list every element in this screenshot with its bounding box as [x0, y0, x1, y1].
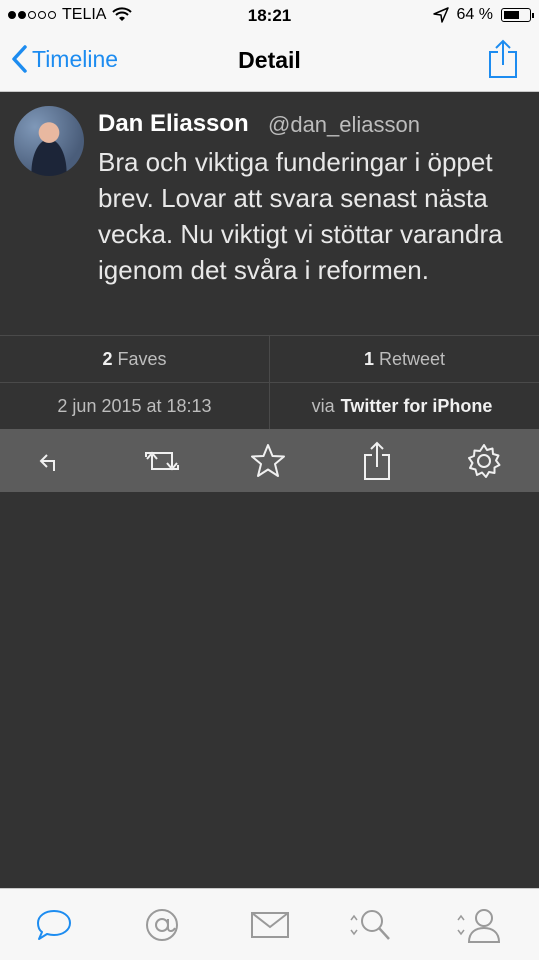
- source-cell: via Twitter for iPhone: [269, 383, 539, 429]
- retweets-count: 1: [363, 348, 374, 369]
- favorite-button[interactable]: [248, 441, 288, 481]
- share-icon: [489, 39, 517, 78]
- reply-button[interactable]: [34, 441, 74, 481]
- speech-bubble-icon: [37, 910, 71, 940]
- retweet-icon: [145, 451, 179, 471]
- gear-icon: [468, 444, 501, 478]
- star-icon: [251, 444, 285, 477]
- author-name[interactable]: Dan Eliasson: [98, 110, 249, 138]
- source-app: Twitter for iPhone: [340, 395, 493, 416]
- location-arrow-icon: [432, 7, 449, 23]
- tab-search[interactable]: [348, 905, 392, 945]
- faves-count-cell[interactable]: 2 Faves: [0, 336, 269, 382]
- status-right: 64 %: [432, 6, 534, 24]
- search-icon: [350, 910, 390, 940]
- tweet-action-bar: [0, 429, 539, 492]
- navigation-bar: Timeline Detail: [0, 32, 539, 92]
- faves-count: 2: [102, 348, 113, 369]
- share-tweet-button[interactable]: [357, 441, 397, 481]
- share-icon: [364, 441, 390, 480]
- battery-fill: [504, 11, 519, 19]
- status-bar: TELIA 18:21 64 %: [0, 0, 539, 32]
- page-title: Detail: [238, 47, 301, 73]
- avatar[interactable]: [14, 106, 84, 176]
- via-prefix: via: [311, 395, 335, 416]
- author-handle[interactable]: @dan_eliasson: [268, 112, 420, 138]
- timestamp: 2 jun 2015 at 18:13: [57, 395, 212, 416]
- faves-label: Faves: [117, 348, 167, 369]
- reply-icon: [39, 454, 55, 471]
- tab-messages[interactable]: [248, 905, 292, 945]
- share-button[interactable]: [487, 38, 519, 85]
- meta-row: 2 jun 2015 at 18:13 via Twitter for iPho…: [0, 382, 539, 429]
- tab-mentions[interactable]: [140, 905, 184, 945]
- settings-button[interactable]: [464, 441, 504, 481]
- mail-icon: [251, 912, 289, 938]
- retweet-button[interactable]: [140, 441, 180, 481]
- tab-profile[interactable]: [456, 905, 501, 945]
- profile-icon: [457, 909, 501, 943]
- tweet-detail: Dan Eliasson @dan_eliasson Bra och vikti…: [0, 92, 539, 335]
- tab-bar: [0, 888, 539, 960]
- battery-icon: [501, 8, 534, 22]
- retweets-label: Retweet: [378, 348, 446, 369]
- battery-percent: 64 %: [456, 6, 493, 23]
- tweet-text: Bra och viktiga funderingar i öppet brev…: [98, 147, 503, 285]
- retweets-count-cell[interactable]: 1 Retweet: [269, 336, 539, 382]
- at-sign-icon: [146, 909, 178, 941]
- tab-timeline[interactable]: [32, 905, 76, 945]
- engagement-row: 2 Faves 1 Retweet: [0, 335, 539, 382]
